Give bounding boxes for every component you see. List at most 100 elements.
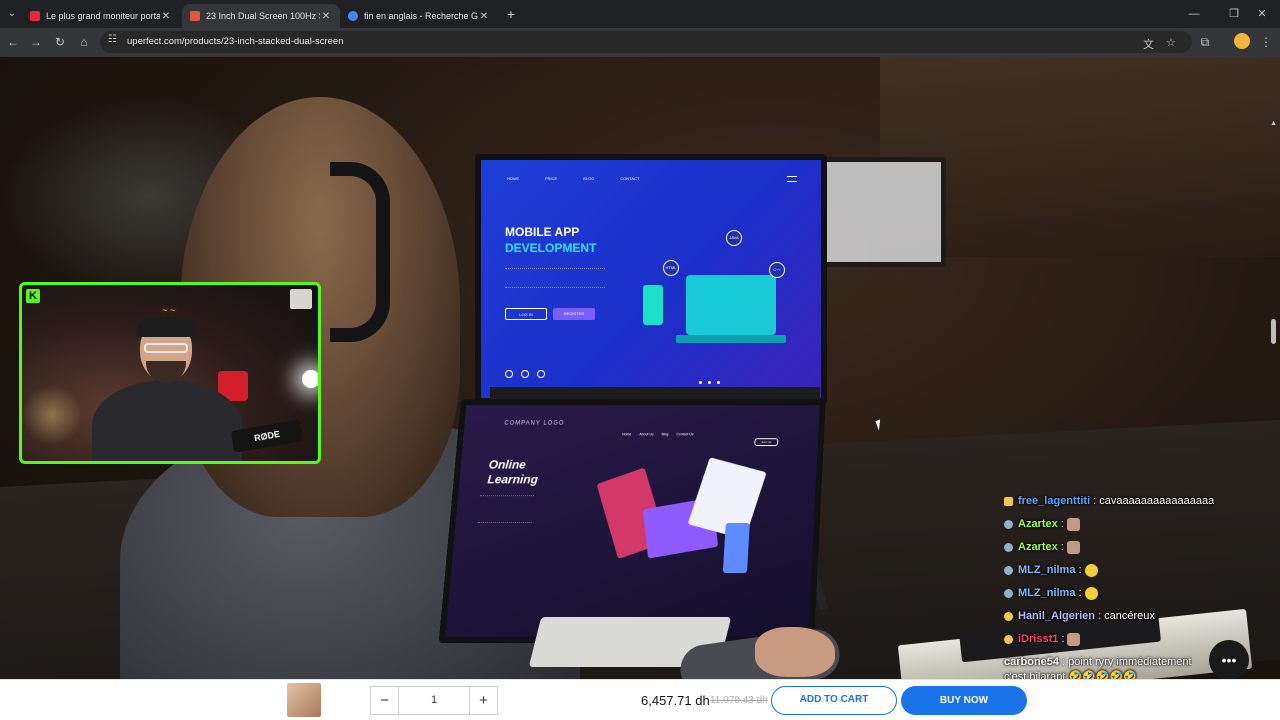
twitter-icon <box>537 370 545 378</box>
product-thumbnail <box>287 683 321 717</box>
address-bar[interactable]: ☷ uperfect.com/products/23-inch-stacked-… <box>100 31 1192 53</box>
close-icon[interactable]: ✕ <box>320 11 332 22</box>
title-line: Online <box>488 457 527 472</box>
dot <box>708 381 711 384</box>
tab-title: fin en anglais - Recherche Goog <box>364 11 478 21</box>
quantity-decrease-button[interactable]: − <box>371 687 399 714</box>
chat-username: MLZ_nilma <box>1018 564 1076 576</box>
shield-badge-icon <box>1004 589 1013 598</box>
server-illustration <box>722 522 750 574</box>
nav-item: HOME <box>507 176 519 181</box>
translate-icon[interactable]: 文 <box>1143 36 1154 52</box>
scroll-up-arrow-icon[interactable]: ▲ <box>1270 120 1277 127</box>
top-screen: HOME PRICE BLOG CONTACT MOBILE APP DEVEL… <box>481 160 821 398</box>
nav-item: About Us <box>639 432 654 437</box>
shield-badge-icon <box>1004 566 1013 575</box>
sticky-add-to-cart-bar: − 1 + 6,457.71 dh 11,070.43 dh ADD TO CA… <box>0 679 1280 720</box>
chat-separator: : <box>1060 541 1064 553</box>
title-line: DEVELOPMENT <box>505 241 597 255</box>
badge-icon <box>1004 612 1013 621</box>
nav-item: Blog <box>661 432 669 437</box>
carousel-dots <box>699 381 720 384</box>
add-to-cart-button[interactable]: ADD TO CART <box>771 686 897 715</box>
tab-title: 23 Inch Dual Screen 100Hz Stac <box>206 11 320 21</box>
social-icons <box>505 370 545 378</box>
html-chip: HTML <box>663 260 679 276</box>
emote-icon <box>1084 564 1098 577</box>
bottom-screen-nav: Home About Us Blog Contact Us <box>622 432 694 436</box>
profile-avatar[interactable] <box>1234 33 1250 49</box>
quantity-stepper: − 1 + <box>370 686 498 715</box>
company-logo: COMPANY LOGO <box>504 420 565 427</box>
original-price: 11,070.43 dh <box>710 695 768 706</box>
title-line: Learning <box>486 472 539 487</box>
home-icon[interactable]: ⌂ <box>76 34 92 50</box>
chat-message: free_lagenttiti : cavaaaaaaaaaaaaaaaa <box>1004 490 1234 513</box>
url-text[interactable]: uperfect.com/products/23-inch-stacked-du… <box>127 36 344 47</box>
forward-arrow-icon[interactable]: → <box>28 34 44 50</box>
site-info-icon[interactable]: ☷ <box>108 34 117 45</box>
tab-2-active[interactable]: 23 Inch Dual Screen 100Hz Stac ✕ <box>182 4 340 28</box>
tab-1[interactable]: Le plus grand moniteur portabl ✕ <box>22 4 180 28</box>
stream-chat: free_lagenttiti : cavaaaaaaaaaaaaaaaa Az… <box>1004 490 1234 684</box>
app-illustration: JAVA HTML C++ <box>631 230 801 360</box>
emote-icon <box>1067 633 1081 646</box>
wall-frame <box>290 289 312 309</box>
top-screen-title: MOBILE APP DEVELOPMENT <box>505 224 596 256</box>
bottom-screen-title: Online Learning <box>487 458 540 488</box>
star-icon[interactable]: ☆ <box>1166 36 1176 49</box>
dot <box>717 381 720 384</box>
puzzle-icon[interactable]: ⧉ <box>1197 34 1213 50</box>
chat-bubble-icon[interactable]: ••• <box>1209 640 1249 680</box>
shield-badge-icon <box>1004 520 1013 529</box>
youtube-favicon-icon <box>30 11 40 21</box>
placeholder-text <box>477 495 535 523</box>
emote-icon <box>1066 518 1080 531</box>
chat-separator: : <box>1078 564 1082 576</box>
streamer-body <box>92 380 242 461</box>
chat-separator: : <box>1060 518 1064 530</box>
scrollbar-thumb[interactable] <box>1271 319 1276 344</box>
tab-bar: ⌄ Le plus grand moniteur portabl ✕ 23 In… <box>0 0 1280 28</box>
cpp-chip: C++ <box>769 262 785 278</box>
tab-search-chevron-down-icon[interactable]: ⌄ <box>4 6 20 22</box>
headphones <box>330 162 390 342</box>
google-favicon-icon <box>348 11 358 21</box>
chat-separator: : <box>1098 610 1102 622</box>
quantity-input[interactable]: 1 <box>399 687 469 714</box>
new-tab-plus-icon[interactable]: + <box>503 6 519 22</box>
webcam-overlay: ~ ~~ ~ RØDE K <box>19 282 321 464</box>
back-arrow-icon[interactable]: ← <box>5 34 21 50</box>
uperfect-favicon-icon <box>190 11 200 21</box>
sale-price: 6,457.71 dh <box>641 693 710 708</box>
kick-logo-icon: K <box>26 289 40 303</box>
chat-message: Azartex : <box>1004 513 1234 536</box>
close-icon[interactable]: ✕ <box>478 11 490 22</box>
chat-message: Hanil_Algerien : cancéreux <box>1004 605 1234 628</box>
quantity-increase-button[interactable]: + <box>469 687 497 714</box>
buy-now-button[interactable]: BUY NOW <box>901 686 1027 715</box>
chat-username: Azartex <box>1018 518 1058 530</box>
streamer-cap <box>136 317 196 337</box>
badge-icon <box>1004 635 1013 644</box>
chat-username: iDrisst1 <box>1018 633 1059 645</box>
chat-message: iDrisst1 : <box>1004 628 1234 651</box>
dot <box>699 381 702 384</box>
chat-username: free_lagenttiti <box>1018 495 1091 507</box>
bottom-screen: COMPANY LOGO Home About Us Blog Contact … <box>445 405 820 637</box>
tab-title: Le plus grand moniteur portabl <box>46 11 160 21</box>
placeholder-text <box>505 268 605 288</box>
java-chip: JAVA <box>726 230 742 246</box>
emote-icon <box>1084 587 1098 600</box>
kebab-menu-icon[interactable]: ⋮ <box>1258 34 1274 50</box>
chat-text: cavaaaaaaaaaaaaaaaa <box>1099 495 1215 507</box>
chat-message: MLZ_nilma : <box>1004 582 1234 605</box>
close-icon[interactable]: ✕ <box>160 11 172 22</box>
nav-item: PRICE <box>545 176 558 181</box>
reload-icon[interactable]: ↻ <box>52 34 68 50</box>
nav-item: CONTACT <box>620 176 640 181</box>
tab-3[interactable]: fin en anglais - Recherche Goog ✕ <box>340 4 498 28</box>
window-close-icon[interactable]: ✕ <box>1242 4 1280 24</box>
dual-monitor-top: HOME PRICE BLOG CONTACT MOBILE APP DEVEL… <box>475 154 827 404</box>
minimize-icon[interactable]: — <box>1174 4 1214 24</box>
